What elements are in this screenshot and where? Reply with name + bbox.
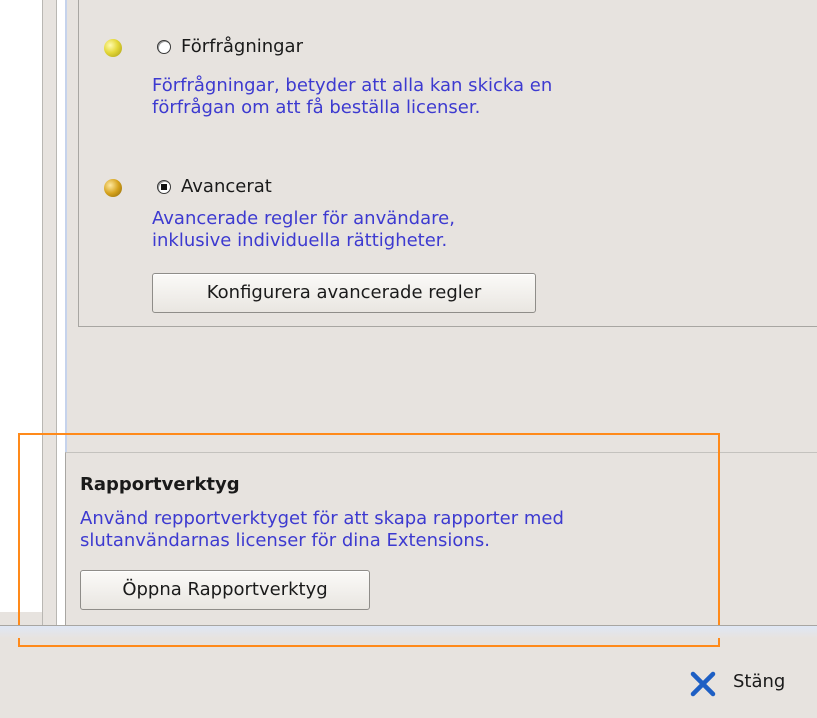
close-icon[interactable] xyxy=(689,670,717,698)
requests-radio[interactable] xyxy=(157,40,171,54)
description-line: Avancerade regler för användare, xyxy=(152,208,455,229)
close-link[interactable]: Stäng xyxy=(733,671,785,692)
highlight-box xyxy=(18,433,720,647)
requests-option-description: Förfrågningar, betyder att alla kan skic… xyxy=(152,75,552,119)
requests-option-title: Förfrågningar xyxy=(181,36,303,57)
advanced-option-description: Avancerade regler för användare, inklusi… xyxy=(152,208,455,252)
orange-status-icon xyxy=(104,179,122,197)
footer-divider-shade xyxy=(0,626,817,638)
description-line: Förfrågningar, betyder att alla kan skic… xyxy=(152,75,553,96)
advanced-radio[interactable] xyxy=(157,180,171,194)
description-line: inklusive individuella rättigheter. xyxy=(152,230,448,251)
configure-advanced-rules-button[interactable]: Konfigurera avancerade regler xyxy=(152,273,536,313)
description-line: förfrågan om att få beställa licenser. xyxy=(152,97,481,118)
radio-selected-dot xyxy=(161,184,167,190)
advanced-option-title: Avancerat xyxy=(181,176,272,197)
yellow-status-icon xyxy=(104,39,122,57)
